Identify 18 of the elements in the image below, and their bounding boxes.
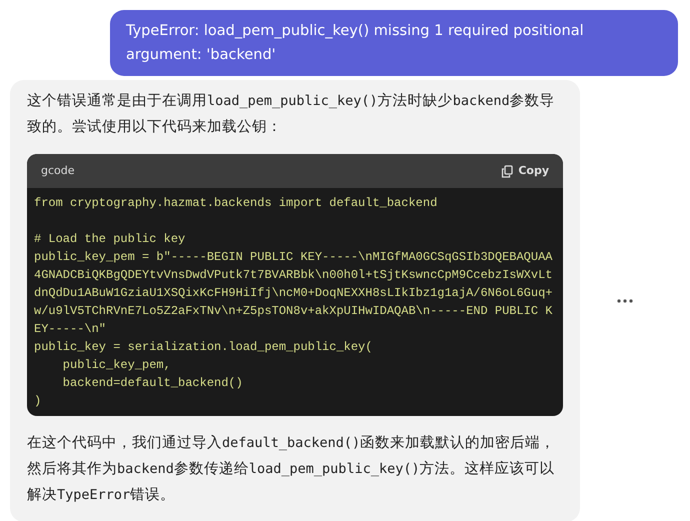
copy-button[interactable]: Copy bbox=[501, 162, 549, 180]
copy-icon bbox=[501, 164, 514, 178]
code-line: 4GNADCBiQKBgQDEYtvVnsDwdVPutk7t7BVARBbk\n00h0l+tSjtKswncCpM9CcebzIsWXvLt bbox=[34, 267, 554, 284]
code-line: public_key = serialization.load_pem_public_key( bbox=[34, 339, 374, 356]
code-line: public_key_pem, bbox=[62, 357, 172, 374]
answer-text: 在这个代码中，我们通过导入default_backend()函数来加载默认的加密后端，然后将其作为backend参数传递给load_pem_public_key()方法。这样应该可以解决TypeError错误。 bbox=[27, 434, 556, 505]
more-icon[interactable] bbox=[617, 299, 633, 303]
code-line: w/u9lV5TChRVnE7Lo5Z2aFxTNv\n+Z5psTON8v+akXpUIHwIDAQAB\n-----END PUBLIC K bbox=[34, 303, 554, 320]
user-message: TypeError: load_pem_public_key() missing 1 required positional argument: 'backend' bbox=[110, 10, 678, 76]
answer-text: 这个错误通常是由于在调用 load_pem_public_key()方法时缺少backend参数导致的。尝试使用以下代码来加载公钥： bbox=[27, 92, 556, 137]
code-line: from cryptography.hazmat.backends import default_backend bbox=[34, 195, 438, 212]
code-line: ) bbox=[34, 393, 42, 410]
code-line: backend=default_backend() bbox=[62, 375, 244, 392]
code-line: dnQdDu1ABuW1GziaU1XSQixKcFH9HiIfj\ncM0+DoqNEXXH8sLIkIbz1g1ajA/6N6oL6Guq+ bbox=[34, 285, 554, 302]
code-line: EY-----\n" bbox=[34, 321, 108, 338]
code-line: public_key_pem = b"-----BEGIN PUBLIC KEY-----\nMIGfMA0GCSqGSIb3DQEBAQUAA bbox=[34, 249, 554, 266]
code-line: # Load the public key bbox=[34, 231, 186, 248]
language-label: gcode bbox=[41, 162, 75, 179]
